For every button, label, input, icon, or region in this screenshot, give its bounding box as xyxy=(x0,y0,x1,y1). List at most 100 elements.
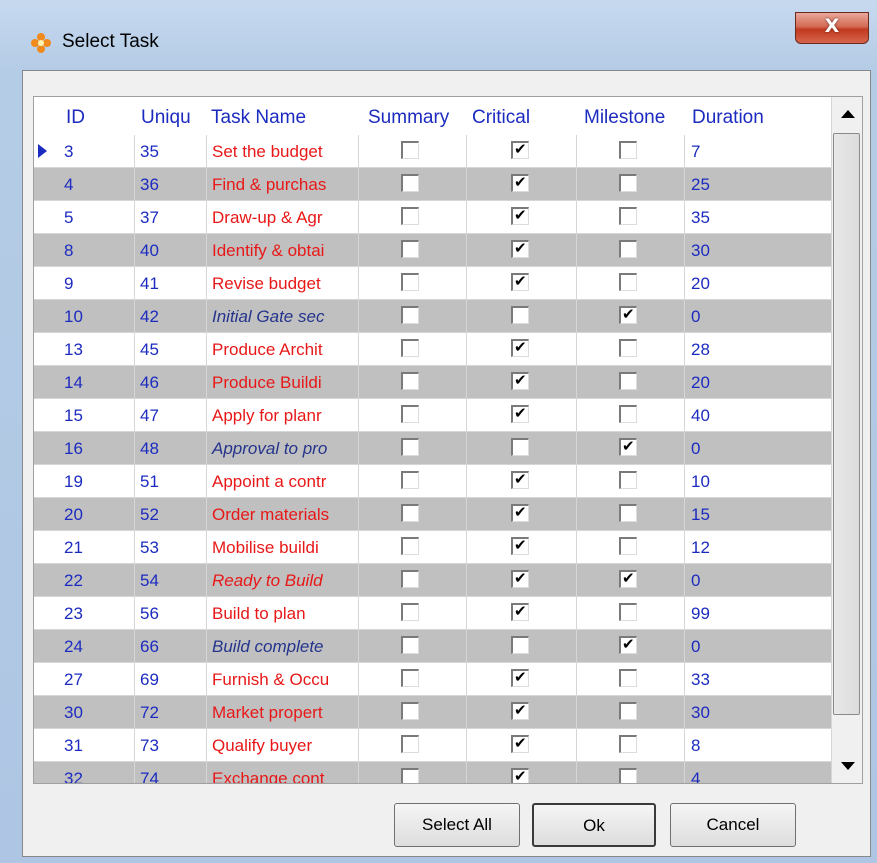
scroll-down-button[interactable] xyxy=(832,751,862,781)
milestone-checkbox[interactable] xyxy=(619,174,637,192)
column-header-duration[interactable]: Duration xyxy=(692,107,764,129)
milestone-checkbox[interactable] xyxy=(619,207,637,225)
column-header-unique-id[interactable]: Uniqu xyxy=(141,107,191,129)
table-row[interactable]: 30 72 Market propert ✔ 30 xyxy=(34,696,831,729)
table-row[interactable]: 3 35 Set the budget ✔ 7 xyxy=(34,135,831,168)
summary-checkbox[interactable] xyxy=(401,702,419,720)
critical-checkbox[interactable] xyxy=(511,636,529,654)
milestone-checkbox[interactable] xyxy=(619,768,637,783)
select-all-button[interactable]: Select All xyxy=(394,803,520,847)
vertical-scrollbar[interactable] xyxy=(831,97,862,783)
column-header-milestone[interactable]: Milestone xyxy=(584,107,665,129)
critical-checkbox[interactable]: ✔ xyxy=(511,338,529,357)
critical-checkbox[interactable]: ✔ xyxy=(511,470,529,489)
table-row[interactable]: 21 53 Mobilise buildi ✔ 12 xyxy=(34,531,831,564)
critical-checkbox[interactable]: ✔ xyxy=(511,173,529,192)
milestone-checkbox[interactable] xyxy=(619,504,637,522)
summary-checkbox[interactable] xyxy=(401,273,419,291)
table-row[interactable]: 13 45 Produce Archit ✔ 28 xyxy=(34,333,831,366)
summary-checkbox[interactable] xyxy=(401,603,419,621)
table-row[interactable]: 9 41 Revise budget ✔ 20 xyxy=(34,267,831,300)
table-row[interactable]: 10 42 Initial Gate sec ✔ 0 xyxy=(34,300,831,333)
summary-checkbox[interactable] xyxy=(401,669,419,687)
milestone-checkbox[interactable] xyxy=(619,702,637,720)
critical-checkbox[interactable]: ✔ xyxy=(511,536,529,555)
summary-checkbox[interactable] xyxy=(401,339,419,357)
summary-checkbox[interactable] xyxy=(401,471,419,489)
column-header-summary[interactable]: Summary xyxy=(368,107,449,129)
table-row[interactable]: 4 36 Find & purchas ✔ 25 xyxy=(34,168,831,201)
duration-cell: 0 xyxy=(684,564,831,597)
table-row[interactable]: 27 69 Furnish & Occu ✔ 33 xyxy=(34,663,831,696)
table-row[interactable]: 8 40 Identify & obtai ✔ 30 xyxy=(34,234,831,267)
summary-checkbox[interactable] xyxy=(401,306,419,324)
column-header-critical[interactable]: Critical xyxy=(472,107,530,129)
ok-button[interactable]: Ok xyxy=(532,803,656,847)
table-row[interactable]: 14 46 Produce Buildi ✔ 20 xyxy=(34,366,831,399)
table-row[interactable]: 20 52 Order materials ✔ 15 xyxy=(34,498,831,531)
summary-checkbox[interactable] xyxy=(401,504,419,522)
critical-checkbox[interactable]: ✔ xyxy=(511,239,529,258)
summary-checkbox[interactable] xyxy=(401,372,419,390)
table-row[interactable]: 23 56 Build to plan ✔ 99 xyxy=(34,597,831,630)
summary-checkbox[interactable] xyxy=(401,636,419,654)
scroll-thumb[interactable] xyxy=(833,133,860,715)
summary-checkbox[interactable] xyxy=(401,537,419,555)
critical-checkbox[interactable]: ✔ xyxy=(511,668,529,687)
summary-checkbox[interactable] xyxy=(401,174,419,192)
milestone-checkbox[interactable] xyxy=(619,471,637,489)
critical-checkbox[interactable]: ✔ xyxy=(511,140,529,159)
summary-checkbox[interactable] xyxy=(401,735,419,753)
checkmark-icon: ✔ xyxy=(514,701,527,719)
critical-checkbox[interactable]: ✔ xyxy=(511,767,529,783)
critical-checkbox[interactable]: ✔ xyxy=(511,569,529,588)
summary-checkbox[interactable] xyxy=(401,570,419,588)
summary-checkbox[interactable] xyxy=(401,240,419,258)
task-grid[interactable]: ID Uniqu Task Name Summary Critical Mile… xyxy=(33,96,863,784)
title-bar[interactable]: Select Task X xyxy=(0,0,877,70)
milestone-checkbox[interactable] xyxy=(619,273,637,291)
milestone-checkbox[interactable] xyxy=(619,537,637,555)
milestone-checkbox[interactable] xyxy=(619,405,637,423)
table-row[interactable]: 19 51 Appoint a contr ✔ 10 xyxy=(34,465,831,498)
table-row[interactable]: 32 74 Exchange cont ✔ 4 xyxy=(34,762,831,783)
table-row[interactable]: 15 47 Apply for planr ✔ 40 xyxy=(34,399,831,432)
table-row[interactable]: 24 66 Build complete ✔ 0 xyxy=(34,630,831,663)
milestone-checkbox[interactable] xyxy=(619,603,637,621)
critical-checkbox[interactable]: ✔ xyxy=(511,206,529,225)
close-button[interactable]: X xyxy=(795,12,869,44)
table-row[interactable]: 16 48 Approval to pro ✔ 0 xyxy=(34,432,831,465)
summary-checkbox[interactable] xyxy=(401,207,419,225)
critical-checkbox[interactable]: ✔ xyxy=(511,602,529,621)
milestone-checkbox[interactable]: ✔ xyxy=(619,437,637,456)
critical-checkbox[interactable] xyxy=(511,306,529,324)
milestone-checkbox[interactable]: ✔ xyxy=(619,305,637,324)
milestone-checkbox[interactable] xyxy=(619,141,637,159)
critical-checkbox[interactable]: ✔ xyxy=(511,404,529,423)
critical-checkbox[interactable]: ✔ xyxy=(511,734,529,753)
cancel-button[interactable]: Cancel xyxy=(670,803,796,847)
critical-checkbox[interactable]: ✔ xyxy=(511,503,529,522)
milestone-checkbox[interactable] xyxy=(619,240,637,258)
table-row[interactable]: 22 54 Ready to Build ✔ ✔ 0 xyxy=(34,564,831,597)
summary-checkbox[interactable] xyxy=(401,768,419,783)
critical-checkbox[interactable]: ✔ xyxy=(511,371,529,390)
column-header-id[interactable]: ID xyxy=(66,107,85,129)
milestone-checkbox[interactable]: ✔ xyxy=(619,635,637,654)
milestone-checkbox[interactable] xyxy=(619,339,637,357)
scroll-up-button[interactable] xyxy=(832,99,862,129)
summary-checkbox[interactable] xyxy=(401,405,419,423)
summary-checkbox[interactable] xyxy=(401,438,419,456)
column-header-task-name[interactable]: Task Name xyxy=(211,107,306,129)
milestone-checkbox[interactable] xyxy=(619,669,637,687)
table-row[interactable]: 31 73 Qualify buyer ✔ 8 xyxy=(34,729,831,762)
milestone-checkbox[interactable] xyxy=(619,372,637,390)
critical-checkbox[interactable]: ✔ xyxy=(511,272,529,291)
critical-checkbox[interactable] xyxy=(511,438,529,456)
summary-checkbox[interactable] xyxy=(401,141,419,159)
milestone-checkbox[interactable]: ✔ xyxy=(619,569,637,588)
milestone-checkbox[interactable] xyxy=(619,735,637,753)
table-row[interactable]: 5 37 Draw-up & Agr ✔ 35 xyxy=(34,201,831,234)
critical-checkbox[interactable]: ✔ xyxy=(511,701,529,720)
unique-id-cell: 54 xyxy=(134,564,206,597)
